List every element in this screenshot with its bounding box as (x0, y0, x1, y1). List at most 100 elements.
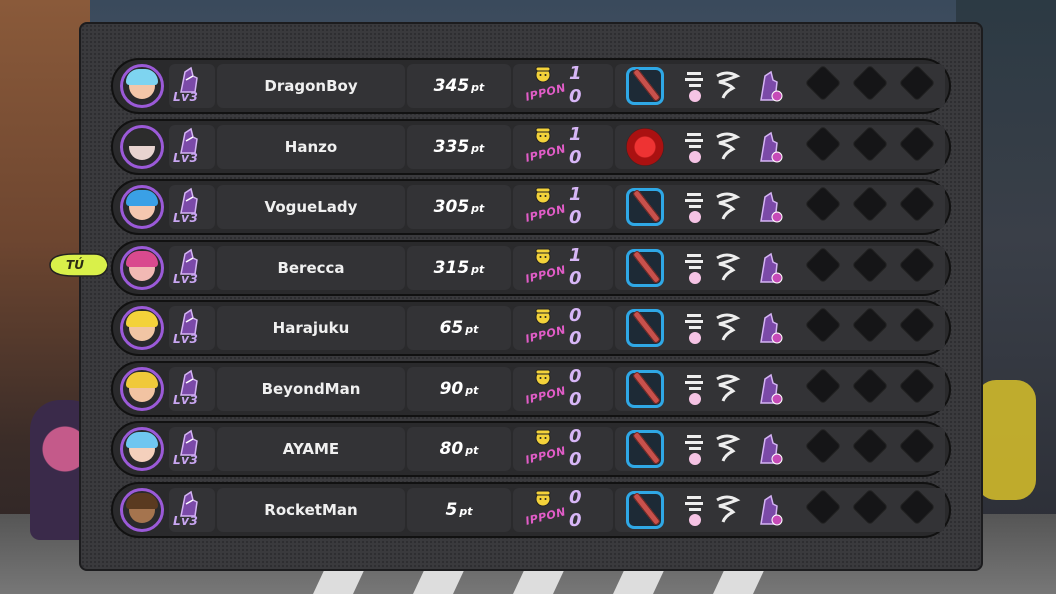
points-unit: pt (471, 262, 485, 276)
avatar-hair (126, 492, 158, 509)
points-value: 315 (433, 257, 470, 278)
points-unit: pt (471, 81, 485, 94)
points-value: 345 (433, 76, 470, 96)
player-avatar (120, 124, 164, 169)
avatar-hair (126, 311, 158, 327)
points-value: 5 (445, 499, 458, 520)
bat-shape (632, 309, 661, 345)
ippon-score-bottom: 0 (569, 449, 582, 470)
player-level: Lv3 (173, 90, 199, 104)
player-level: Lv3 (173, 332, 199, 346)
player-name: VogueLady (264, 198, 358, 216)
boot-level-icon (760, 252, 783, 283)
ippon-score-bottom: 0 (569, 267, 582, 289)
dash-skill-icon (685, 314, 703, 344)
player-points: 345 pt (407, 60, 511, 112)
ippon-score-top: 0 (569, 365, 582, 387)
points-value: 305 (433, 197, 470, 217)
player-avatar (120, 185, 164, 229)
player-points: 5 pt (407, 484, 511, 536)
tornado-skill-icon (716, 374, 741, 402)
ippon-score-top: 1 (569, 63, 582, 84)
bat-shape (632, 249, 661, 284)
ippon-icon (535, 429, 551, 446)
hammer-icon (626, 127, 664, 166)
dash-skill-icon (685, 132, 703, 163)
player-level: Lv3 (173, 513, 199, 528)
bat-icon (626, 369, 664, 408)
player-level: Lv3 (173, 150, 199, 165)
player-points: 65 pt (407, 302, 511, 354)
avatar-hair (126, 250, 158, 267)
boot-level-icon (760, 131, 783, 162)
bat-icon (626, 490, 664, 529)
bat-icon (626, 67, 664, 105)
bat-shape (632, 430, 661, 466)
boot-level-icon (760, 373, 783, 404)
boot-level-icon (760, 494, 783, 525)
bat-shape (632, 491, 661, 526)
player-row[interactable]: Lv3 RocketMan 5 pt IPPON 0 0 (111, 481, 951, 538)
dash-skill-icon (685, 253, 703, 284)
tornado-skill-icon (716, 434, 741, 462)
bat-icon (626, 188, 664, 226)
ippon-score-bottom: 0 (569, 328, 582, 349)
player-row[interactable]: Lv3 BeyondMan 90 pt IPPON 0 0 (111, 360, 951, 417)
player-level: Lv3 (173, 211, 199, 225)
bat-icon (626, 248, 664, 287)
ippon-score-top: 0 (569, 305, 582, 326)
player-avatar (120, 366, 164, 411)
dash-skill-icon (685, 72, 703, 102)
avatar-hair (126, 371, 158, 388)
player-name: Hanzo (284, 137, 338, 156)
dash-skill-icon (685, 193, 703, 223)
ippon-icon (535, 66, 551, 83)
player-points: 80 pt (407, 423, 511, 475)
player-row[interactable]: Lv3 Hanzo 335 pt IPPON 1 0 (111, 118, 951, 175)
tornado-skill-icon (716, 253, 741, 281)
ippon-score-bottom: 0 (569, 509, 582, 531)
boot-level-icon (760, 70, 783, 102)
points-unit: pt (465, 444, 479, 457)
player-points: 90 pt (407, 363, 511, 415)
player-name: RocketMan (264, 500, 358, 519)
dash-skill-icon (685, 435, 703, 465)
points-unit: pt (471, 202, 485, 215)
player-row[interactable]: Lv3 AYAME 80 pt IPPON 0 0 (111, 421, 951, 477)
avatar-hair (126, 129, 158, 146)
ippon-score-bottom: 0 (569, 388, 582, 410)
points-unit: pt (465, 323, 479, 336)
player-row[interactable]: Lv3 DragonBoy 345 pt IPPON 1 0 (111, 58, 951, 114)
tornado-skill-icon (716, 132, 741, 160)
points-unit: pt (465, 383, 479, 397)
bat-icon (626, 430, 664, 468)
ippon-score-top: 0 (569, 486, 582, 508)
dash-skill-icon (685, 374, 703, 405)
player-row[interactable]: Lv3 VogueLady 305 pt IPPON 1 0 (111, 179, 951, 235)
player-name: Harajuku (272, 319, 350, 337)
background-yellow-shape (976, 380, 1036, 500)
avatar-hair (126, 432, 158, 448)
player-points: 305 pt (407, 181, 511, 233)
points-value: 65 (439, 318, 464, 338)
player-level: Lv3 (173, 453, 199, 467)
player-row[interactable]: Lv3 Harajuku 65 pt IPPON 0 0 (111, 300, 951, 356)
bat-shape (632, 370, 661, 405)
avatar-hair (126, 69, 158, 85)
ippon-icon (535, 248, 551, 264)
ippon-score-top: 1 (569, 123, 582, 145)
bat-icon (626, 309, 664, 347)
ippon-icon (535, 187, 551, 204)
player-level: Lv3 (173, 392, 199, 407)
points-value: 80 (439, 439, 464, 459)
tornado-skill-icon (716, 313, 741, 341)
player-row[interactable]: Lv3 Berecca 315 pt IPPON 1 0 (111, 239, 951, 296)
ippon-score-bottom: 0 (569, 207, 582, 228)
player-points: 335 pt (407, 121, 511, 173)
player-avatar (120, 306, 164, 350)
dash-skill-icon (685, 495, 703, 526)
avatar-hair (126, 190, 158, 206)
player-name: Berecca (277, 258, 345, 277)
ippon-score-top: 0 (569, 426, 582, 447)
ippon-icon (535, 127, 551, 143)
